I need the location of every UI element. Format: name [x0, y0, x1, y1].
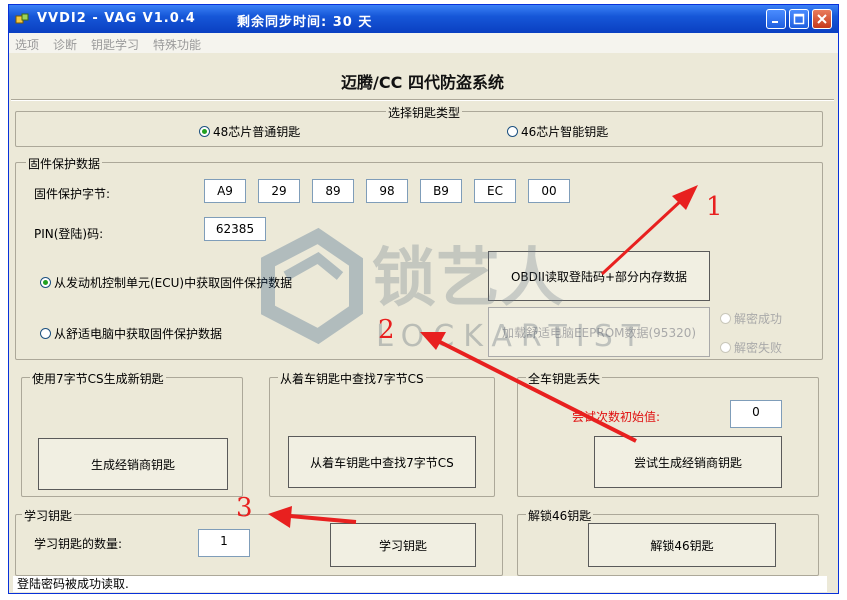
annotation-number-1: 1	[706, 192, 723, 222]
annotation-arrow-2	[420, 332, 637, 443]
annotation-number-3: 3	[236, 493, 253, 523]
annotation-arrow-1	[600, 185, 698, 276]
annotation-layer: 1 2 3	[236, 185, 723, 528]
annotation-arrow-3	[268, 506, 357, 528]
annotation-number-2: 2	[378, 315, 395, 345]
